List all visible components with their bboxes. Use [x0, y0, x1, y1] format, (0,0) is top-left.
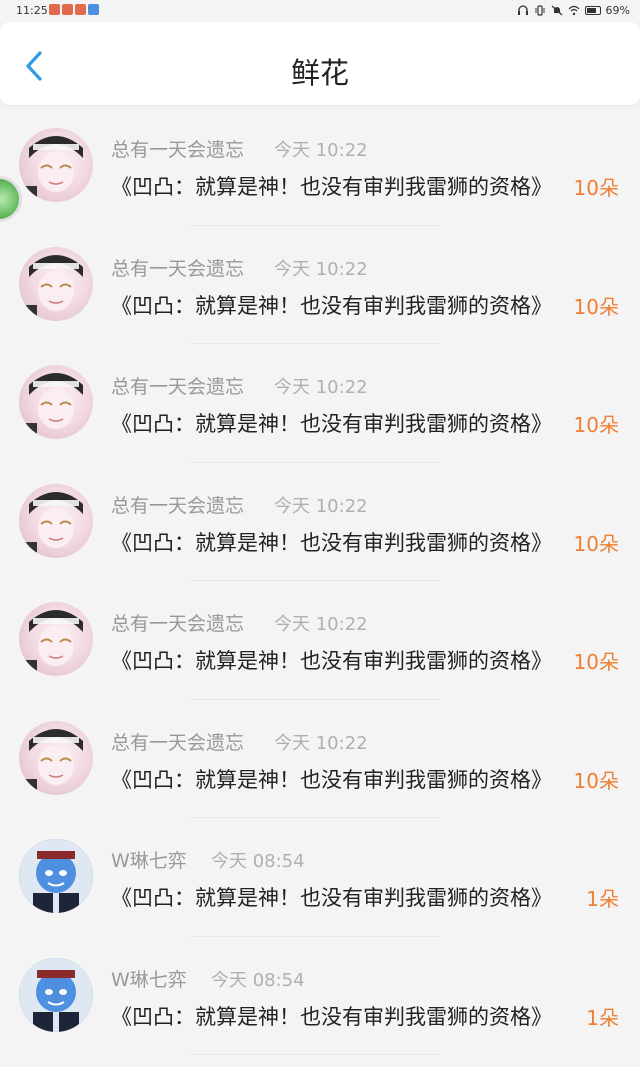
timestamp: 今天 08:54 — [211, 969, 305, 991]
list-item[interactable]: 总有一天会遗忘 今天 10:22 《凹凸：就算是神！也没有审判我雷狮的资格》 10朵 — [0, 463, 640, 581]
wifi-icon — [568, 5, 579, 16]
message-text: 《凹凸：就算是神！也没有审判我雷狮的资格》 — [111, 886, 552, 910]
flower-count: 1朵 — [586, 887, 619, 911]
list-item[interactable]: 总有一天会遗忘 今天 10:22 《凹凸：就算是神！也没有审判我雷狮的资格》 10朵 — [0, 226, 640, 344]
username[interactable]: 总有一天会遗忘 — [111, 728, 244, 755]
vibrate-icon — [535, 5, 545, 16]
username[interactable]: 总有一天会遗忘 — [111, 372, 244, 399]
status-bar: 11:25 69% — [0, 0, 640, 22]
username[interactable]: 总有一天会遗忘 — [111, 491, 244, 518]
flower-count: 10朵 — [573, 768, 619, 793]
avatar[interactable] — [19, 483, 93, 558]
flower-count: 1朵 — [586, 1005, 619, 1030]
header: 鲜花 — [0, 22, 640, 105]
flower-count: 10朵 — [573, 531, 619, 556]
timestamp: 今天 10:22 — [274, 495, 368, 517]
username[interactable]: 总有一天会遗忘 — [111, 254, 244, 281]
mute-icon — [551, 5, 562, 16]
battery-level: 69% — [605, 4, 630, 17]
avatar[interactable] — [19, 246, 93, 321]
avatar[interactable] — [19, 839, 93, 913]
list-item[interactable]: 总有一天会遗忘 今天 10:22 《凹凸：就算是神！也没有审判我雷狮的资格》 10朵 — [0, 344, 640, 463]
username[interactable]: 总有一天会遗忘 — [111, 609, 244, 636]
app-notification-icon — [88, 4, 99, 15]
timestamp: 今天 10:22 — [274, 377, 368, 398]
username[interactable]: 总有一天会遗忘 — [111, 135, 244, 162]
page-title: 鲜花 — [290, 56, 349, 90]
avatar[interactable] — [19, 128, 93, 202]
timestamp: 今天 10:22 — [274, 258, 368, 280]
list-item[interactable]: 总有一天会遗忘 今天 10:22 《凹凸：就算是神！也没有审判我雷狮的资格》 10朵 — [0, 107, 640, 226]
flower-count: 10朵 — [573, 176, 619, 200]
timestamp: 今天 10:22 — [274, 140, 368, 161]
flower-list: 总有一天会遗忘 今天 10:22 《凹凸：就算是神！也没有审判我雷狮的资格》 10朵总… — [0, 107, 640, 1055]
message-text: 《凹凸：就算是神！也没有审判我雷狮的资格》 — [111, 293, 552, 318]
list-item[interactable]: W琳七弈 今天 08:54 《凹凸：就算是神！也没有审判我雷狮的资格》 1朵 — [0, 937, 640, 1055]
divider — [190, 1054, 440, 1055]
headphones-icon — [517, 5, 528, 15]
list-item[interactable]: 总有一天会遗忘 今天 10:22 《凹凸：就算是神！也没有审判我雷狮的资格》 10朵 — [0, 581, 640, 700]
message-text: 《凹凸：就算是神！也没有审判我雷狮的资格》 — [111, 1004, 552, 1029]
timestamp: 今天 10:22 — [274, 732, 368, 754]
flower-count: 10朵 — [573, 650, 619, 674]
message-text: 《凹凸：就算是神！也没有审判我雷狮的资格》 — [111, 412, 552, 436]
username[interactable]: W琳七弈 — [111, 965, 187, 992]
app-notification-icon — [62, 4, 73, 15]
timestamp: 今天 08:54 — [211, 851, 305, 872]
timestamp: 今天 10:22 — [274, 614, 368, 635]
message-text: 《凹凸：就算是神！也没有审判我雷狮的资格》 — [111, 530, 552, 555]
flower-count: 10朵 — [573, 413, 619, 437]
avatar[interactable] — [19, 957, 93, 1032]
list-item[interactable]: 总有一天会遗忘 今天 10:22 《凹凸：就算是神！也没有审判我雷狮的资格》 10朵 — [0, 700, 640, 818]
message-text: 《凹凸：就算是神！也没有审判我雷狮的资格》 — [111, 767, 552, 792]
avatar[interactable] — [19, 602, 93, 676]
battery-icon — [584, 6, 601, 15]
notification-icons — [49, 4, 99, 15]
status-time: 11:25 — [16, 4, 48, 17]
app-notification-icon — [75, 4, 86, 15]
app-notification-icon — [49, 4, 60, 15]
message-text: 《凹凸：就算是神！也没有审判我雷狮的资格》 — [111, 649, 552, 673]
avatar[interactable] — [19, 365, 93, 439]
flower-count: 10朵 — [573, 294, 619, 319]
avatar[interactable] — [19, 720, 93, 795]
message-text: 《凹凸：就算是神！也没有审判我雷狮的资格》 — [111, 175, 552, 199]
username[interactable]: W琳七弈 — [111, 846, 187, 873]
list-item[interactable]: W琳七弈 今天 08:54 《凹凸：就算是神！也没有审判我雷狮的资格》 1朵 — [0, 818, 640, 937]
system-status-icons: 69% — [517, 4, 630, 17]
